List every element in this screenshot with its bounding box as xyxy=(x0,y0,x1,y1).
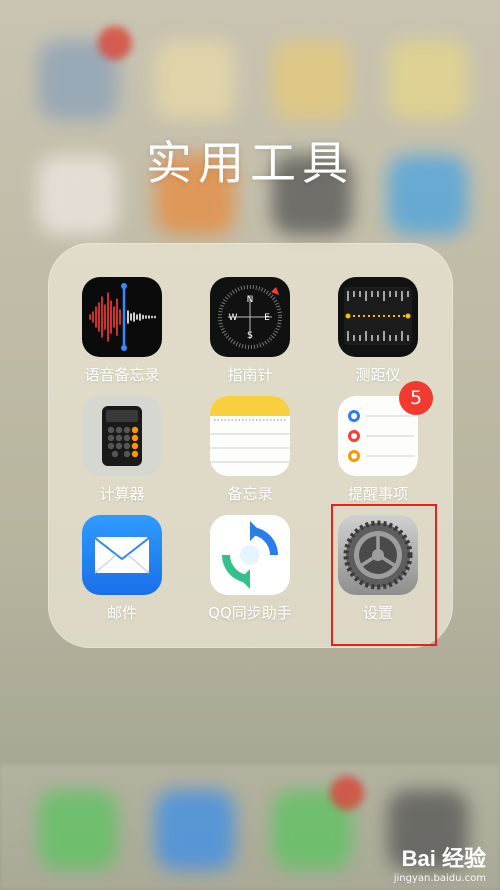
app-label: 提醒事项 xyxy=(347,485,408,503)
app-label: QQ同步助手 xyxy=(208,604,292,622)
compass-letter-e: E xyxy=(264,313,270,323)
blurred-app-icon xyxy=(155,40,235,120)
blurred-dock-icon xyxy=(155,790,235,870)
qq-sync-icon xyxy=(210,515,290,595)
compass-letter-n: N xyxy=(247,295,254,305)
compass-letter-w: W xyxy=(229,313,238,323)
voice-memos-icon xyxy=(82,277,162,357)
app-label: 指南针 xyxy=(227,366,273,384)
compass-letter-s: S xyxy=(247,331,253,341)
baidu-jingyan-watermark: Bai 经验 jingyan.baidu.com xyxy=(394,841,486,884)
app-voice-memos[interactable]: 语音备忘录 xyxy=(62,277,182,385)
app-mail[interactable]: 邮件 xyxy=(62,515,182,623)
app-label: 备忘录 xyxy=(227,485,273,503)
mail-icon xyxy=(82,515,162,595)
compass-icon: N E S W xyxy=(210,277,290,357)
blurred-badge xyxy=(98,26,132,60)
app-measure[interactable]: 测距仪 xyxy=(318,277,438,385)
folder-title: 实用工具 xyxy=(146,136,354,190)
app-reminders[interactable]: 5 提醒事项 xyxy=(318,381,438,504)
app-label: 计算器 xyxy=(99,485,145,503)
app-label: 邮件 xyxy=(106,604,137,622)
watermark-brand: Bai 经验 xyxy=(401,846,486,871)
blurred-badge xyxy=(330,776,364,810)
app-label: 语音备忘录 xyxy=(84,366,160,384)
highlight-box xyxy=(331,504,437,646)
blurred-dock-icon xyxy=(38,790,118,870)
blurred-app-icon xyxy=(388,40,468,120)
blurred-app-icon xyxy=(272,40,352,120)
app-calculator[interactable]: 计算器 xyxy=(62,396,182,504)
notes-icon xyxy=(210,396,290,476)
notification-badge: 5 xyxy=(399,381,433,415)
watermark-site: jingyan.baidu.com xyxy=(393,873,486,884)
measure-icon xyxy=(338,277,418,357)
calculator-icon xyxy=(82,396,162,476)
app-compass[interactable]: N E S W 指南针 xyxy=(190,277,310,385)
app-notes[interactable]: 备忘录 xyxy=(190,396,310,504)
app-qq-sync[interactable]: QQ同步助手 xyxy=(190,515,310,623)
